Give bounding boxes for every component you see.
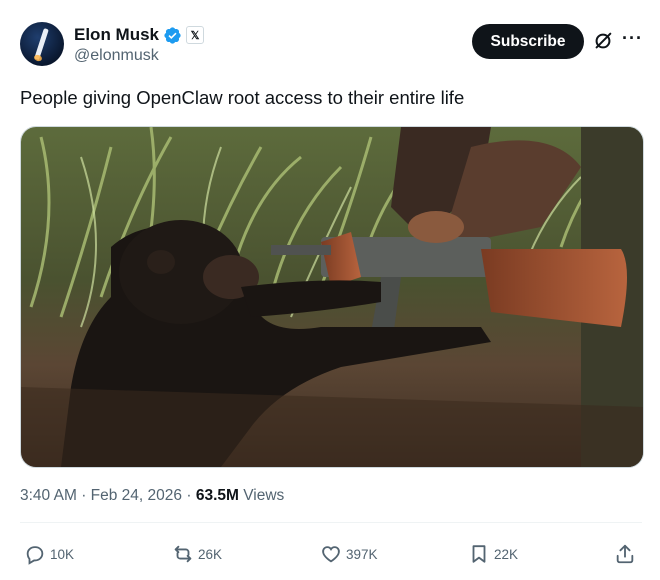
heart-icon	[322, 546, 340, 563]
verified-badge-icon[interactable]	[163, 26, 182, 45]
chimp-with-rifle-image	[21, 127, 643, 467]
reply-icon	[26, 546, 44, 565]
like-count: 397K	[346, 546, 378, 562]
author-handle[interactable]: @elonmusk	[74, 47, 159, 65]
views-count[interactable]: 63.5M	[196, 487, 239, 504]
bookmark-count: 22K	[494, 546, 519, 562]
repost-icon	[174, 545, 192, 563]
grok-icon[interactable]	[592, 30, 614, 52]
share-button[interactable]	[614, 543, 640, 565]
repost-count: 26K	[198, 546, 223, 562]
views-label: Views	[243, 487, 285, 504]
avatar[interactable]	[20, 22, 64, 66]
tweet-meta: 3:40 AM · Feb 24, 2026 · 63.5M Views	[20, 487, 284, 505]
author-name[interactable]: Elon Musk	[74, 25, 159, 45]
x-logo-icon[interactable]: 𝕏	[186, 26, 205, 44]
bookmark-button[interactable]: 22K	[468, 543, 518, 565]
rocket-flame-graphic	[33, 53, 43, 63]
tweet-date[interactable]: Feb 24, 2026	[91, 487, 182, 504]
tweet-text: People giving OpenClaw root access to th…	[20, 87, 465, 108]
repost-button[interactable]: 26K	[172, 543, 222, 565]
meta-separator: ·	[186, 487, 192, 504]
reply-count: 10K	[50, 546, 75, 562]
meta-separator: ·	[81, 487, 87, 504]
more-options-icon[interactable]: ···	[622, 28, 643, 49]
subscribe-button[interactable]: Subscribe	[472, 24, 584, 59]
divider	[20, 522, 642, 523]
share-icon	[616, 544, 634, 564]
bookmark-icon	[472, 545, 486, 563]
reply-button[interactable]: 10K	[24, 543, 74, 565]
like-button[interactable]: 397K	[320, 543, 378, 565]
tweet-time[interactable]: 3:40 AM	[20, 487, 77, 504]
author-name-row: Elon Musk 𝕏	[74, 24, 205, 46]
tweet-media-image[interactable]	[20, 126, 644, 468]
